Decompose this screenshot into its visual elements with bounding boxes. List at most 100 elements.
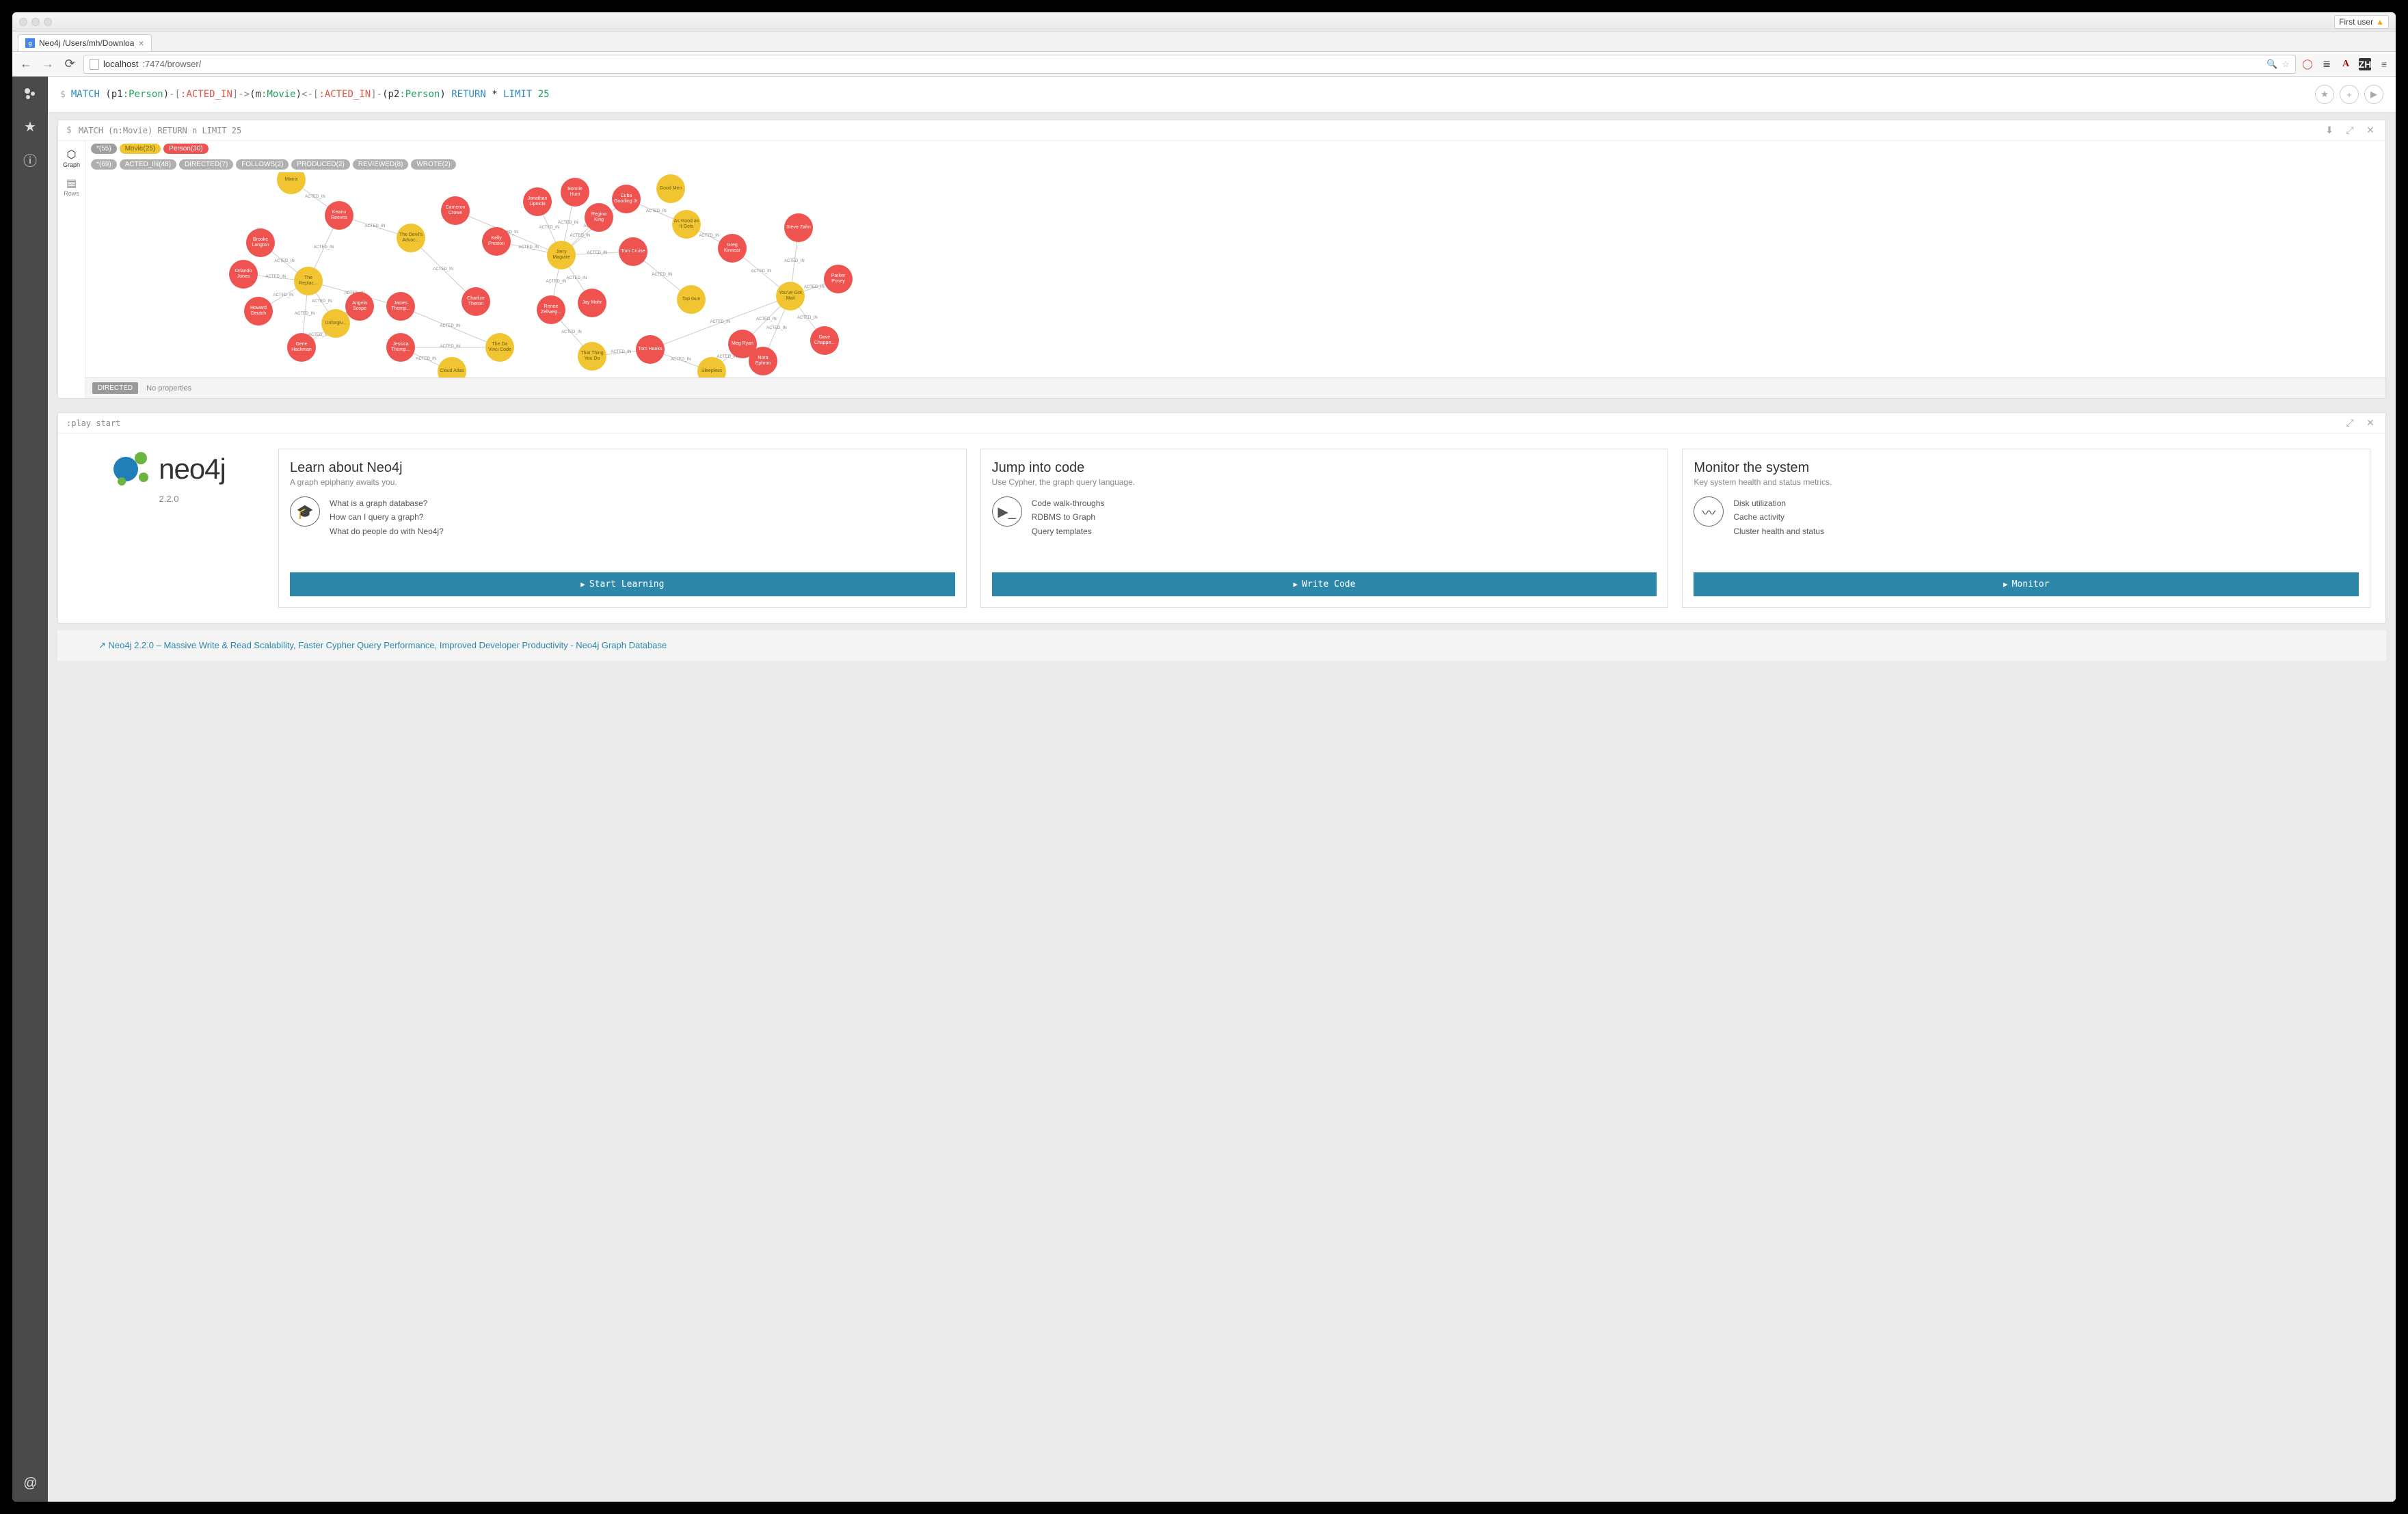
rel-type-pill[interactable]: REVIEWED(8) <box>353 159 409 170</box>
person-node[interactable]: Parker Posey <box>824 265 853 293</box>
movie-node[interactable]: Good Men <box>656 174 685 203</box>
person-node[interactable]: Jessica Thomp... <box>386 333 415 362</box>
ext-adblock-icon[interactable]: ◯ <box>2301 58 2314 70</box>
card-link[interactable]: Cache activity <box>1733 510 1824 524</box>
card-link[interactable]: How can I query a graph? <box>330 510 444 524</box>
first-user-badge[interactable]: First user ▲ <box>2334 15 2389 29</box>
cypher-editor[interactable]: $ MATCH (p1:Person)-[:ACTED_IN]->(m:Movi… <box>48 77 2396 113</box>
movie-node[interactable]: As Good as It Gets <box>672 210 701 239</box>
node-label-pill[interactable]: Movie(25) <box>120 144 161 154</box>
close-frame-icon[interactable]: ✕ <box>2364 124 2377 136</box>
person-node[interactable]: Greg Kinnear <box>718 234 747 263</box>
bookmark-star-icon[interactable]: ☆ <box>2282 59 2290 70</box>
node-label-pills: *(55)Movie(25)Person(30) <box>85 141 2385 157</box>
card-action-button[interactable]: ▶Monitor <box>1694 572 2359 596</box>
person-node[interactable]: Dave Chappe... <box>810 326 839 355</box>
browser-menu-icon[interactable]: ≡ <box>2378 58 2390 70</box>
person-node[interactable]: Charlize Theron <box>461 287 490 316</box>
nav-reload-icon[interactable]: ⟳ <box>62 57 78 71</box>
add-button[interactable]: + <box>2340 85 2359 104</box>
rel-type-pill[interactable]: DIRECTED(7) <box>179 159 233 170</box>
person-node[interactable]: Renee Zellweg... <box>537 295 565 324</box>
person-node[interactable]: Tom Hanks <box>636 335 665 364</box>
rel-type-pill[interactable]: PRODUCED(2) <box>291 159 349 170</box>
movie-node[interactable]: The Replac... <box>294 267 323 295</box>
nav-back-icon[interactable]: ← <box>18 57 34 71</box>
sidebar-favorites-icon[interactable]: ★ <box>20 116 40 137</box>
card-link[interactable]: Query templates <box>1032 524 1105 538</box>
expand-icon[interactable]: ⤢ <box>2343 124 2357 136</box>
browser-tab[interactable]: g Neo4j /Users/mh/Downloa × <box>18 34 152 51</box>
tab-close-icon[interactable]: × <box>138 38 144 48</box>
download-icon[interactable]: ⬇ <box>2323 124 2336 136</box>
card-link[interactable]: What is a graph database? <box>330 496 444 510</box>
person-node[interactable]: Regina King <box>585 203 613 232</box>
person-node[interactable]: Steve Zahn <box>784 213 813 242</box>
rel-type-pill[interactable]: WROTE(2) <box>411 159 455 170</box>
movie-node[interactable]: That Thing You Do <box>578 342 606 371</box>
edge-label: ACTED_IN <box>804 285 825 289</box>
ext-font-icon[interactable]: A <box>2340 58 2352 70</box>
app-sidebar: ★ ⓘ @ <box>12 77 48 1502</box>
person-node[interactable]: Gene Hackman <box>287 333 316 362</box>
expand-start-icon[interactable]: ⤢ <box>2343 417 2357 429</box>
node-label-pill[interactable]: Person(30) <box>163 144 208 154</box>
person-node[interactable]: Kelly Preston <box>482 227 511 256</box>
person-node[interactable]: Tom Cruise <box>619 237 647 266</box>
node-label-pill[interactable]: *(55) <box>91 144 117 154</box>
person-node[interactable]: James Thomp... <box>386 292 415 321</box>
card-link[interactable]: RDBMS to Graph <box>1032 510 1105 524</box>
movie-node[interactable]: The Da Vinci Code <box>485 333 514 362</box>
close-start-icon[interactable]: ✕ <box>2364 417 2377 429</box>
card-subtitle: Use Cypher, the graph query language. <box>992 477 1657 487</box>
url-input[interactable]: localhost:7474/browser/ 🔍 ☆ <box>83 55 2296 74</box>
view-rows-tab[interactable]: ▤ Rows <box>58 174 85 200</box>
start-frame-command: :play start <box>66 419 2336 428</box>
rel-type-pill[interactable]: *(69) <box>91 159 117 170</box>
edge-label: ACTED_IN <box>699 234 720 238</box>
person-node[interactable]: Orlando Jones <box>229 260 258 289</box>
person-node[interactable]: Jonathan Lipnicki <box>523 187 552 216</box>
sidebar-db-icon[interactable] <box>20 83 40 104</box>
footer-news-link[interactable]: ↗ Neo4j 2.2.0 – Massive Write & Read Sca… <box>57 630 2386 661</box>
edge-label: ACTED_IN <box>561 330 582 334</box>
graph-visualization[interactable]: ACTED_INACTED_INACTED_INACTED_INACTED_IN… <box>85 172 2385 377</box>
person-node[interactable]: Angela Scope <box>345 292 374 321</box>
search-icon[interactable]: 🔍 <box>2266 59 2277 70</box>
rel-type-pill[interactable]: FOLLOWS(2) <box>236 159 289 170</box>
traffic-light-max[interactable] <box>44 18 52 26</box>
cypher-query[interactable]: MATCH (p1:Person)-[:ACTED_IN]->(m:Movie)… <box>71 89 2310 100</box>
footer-link-text[interactable]: Neo4j 2.2.0 – Massive Write & Read Scala… <box>109 640 667 650</box>
run-button[interactable]: ▶ <box>2364 85 2383 104</box>
card-link[interactable]: Cluster health and status <box>1733 524 1824 538</box>
card-link[interactable]: Code walk-throughs <box>1032 496 1105 510</box>
person-node[interactable]: Cuba Gooding Jr. <box>612 185 641 213</box>
person-node[interactable]: Brooke Langton <box>246 228 275 257</box>
favorite-button[interactable]: ★ <box>2315 85 2334 104</box>
address-bar: ← → ⟳ localhost:7474/browser/ 🔍 ☆ ◯ ≣ A … <box>12 52 2396 77</box>
sidebar-sync-icon[interactable]: @ <box>20 1473 40 1493</box>
movie-node[interactable]: Jerry Maguire <box>547 241 576 269</box>
movie-node[interactable]: The Devil's Advoc... <box>397 224 425 252</box>
sidebar-info-icon[interactable]: ⓘ <box>20 149 40 170</box>
rel-type-pill[interactable]: ACTED_IN(48) <box>120 159 176 170</box>
ext-zh-icon[interactable]: ZH <box>2359 58 2371 70</box>
movie-node[interactable]: Unforgiv... <box>321 309 350 338</box>
card-title: Jump into code <box>992 460 1657 476</box>
person-node[interactable]: Cameron Crowe <box>441 196 470 225</box>
movie-node[interactable]: You've Got Mail <box>776 282 805 310</box>
card-action-button[interactable]: ▶Write Code <box>992 572 1657 596</box>
movie-node[interactable]: Top Gun <box>677 285 706 314</box>
view-graph-tab[interactable]: ⬡ Graph <box>58 145 85 171</box>
person-node[interactable]: Howard Deutch <box>244 297 273 326</box>
person-node[interactable]: Nora Ephron <box>749 347 777 375</box>
card-link[interactable]: What do people do with Neo4j? <box>330 524 444 538</box>
person-node[interactable]: Jay Mohr <box>578 289 606 317</box>
person-node[interactable]: Keanu Reeves <box>325 201 353 230</box>
ext-buffer-icon[interactable]: ≣ <box>2320 58 2333 70</box>
traffic-light-min[interactable] <box>31 18 40 26</box>
card-link[interactable]: Disk utilization <box>1733 496 1824 510</box>
card-action-button[interactable]: ▶Start Learning <box>290 572 955 596</box>
traffic-light-close[interactable] <box>19 18 27 26</box>
person-node[interactable]: Bonnie Hunt <box>561 178 589 207</box>
